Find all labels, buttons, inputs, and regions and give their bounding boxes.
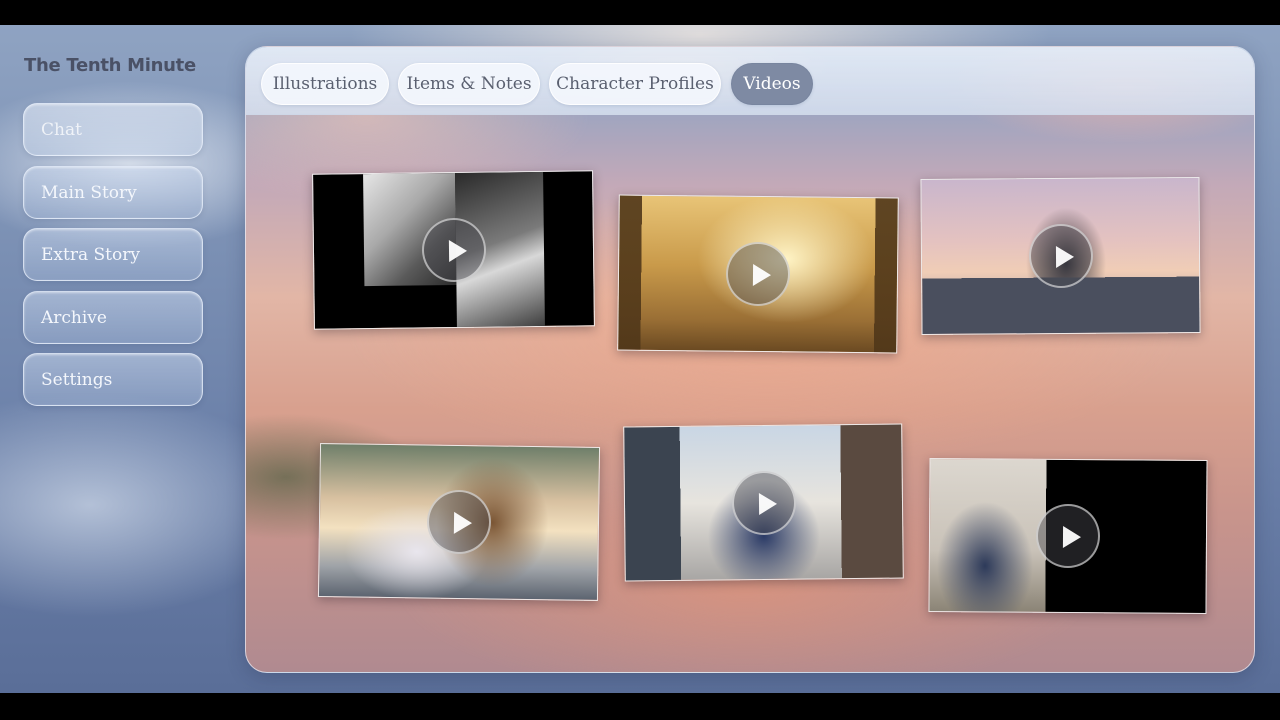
tab-illustrations[interactable]: Illustrations [261, 63, 389, 105]
play-icon[interactable] [421, 217, 486, 283]
play-icon[interactable] [1028, 223, 1093, 289]
play-icon[interactable] [731, 470, 796, 535]
sidebar-item-settings[interactable]: Settings [23, 353, 203, 406]
sidebar-item-extra-story[interactable]: Extra Story [23, 228, 203, 281]
play-icon[interactable] [725, 241, 791, 307]
sidebar-item-main-story[interactable]: Main Story [23, 166, 203, 219]
play-icon[interactable] [1035, 503, 1101, 569]
sidebar-item-archive[interactable]: Archive [23, 291, 203, 344]
tab-items-notes[interactable]: Items & Notes [398, 63, 540, 105]
video-thumbnail-1[interactable] [312, 170, 595, 330]
video-thumbnail-3[interactable] [920, 177, 1201, 335]
video-thumbnail-2[interactable] [617, 194, 899, 354]
video-thumbnail-4[interactable] [317, 443, 601, 601]
app-window: The Tenth Minute Chat Main Story Extra S… [0, 25, 1280, 693]
sidebar: The Tenth Minute Chat Main Story Extra S… [0, 25, 222, 693]
app-title: The Tenth Minute [24, 55, 196, 76]
video-thumbnail-6[interactable] [928, 458, 1208, 614]
tab-bar: Illustrations Items & Notes Character Pr… [246, 47, 1254, 115]
video-thumbnail-5[interactable] [623, 423, 904, 582]
tab-videos[interactable]: Videos [731, 63, 813, 105]
sidebar-item-chat[interactable]: Chat [23, 103, 203, 156]
tab-character-profiles[interactable]: Character Profiles [549, 63, 721, 105]
